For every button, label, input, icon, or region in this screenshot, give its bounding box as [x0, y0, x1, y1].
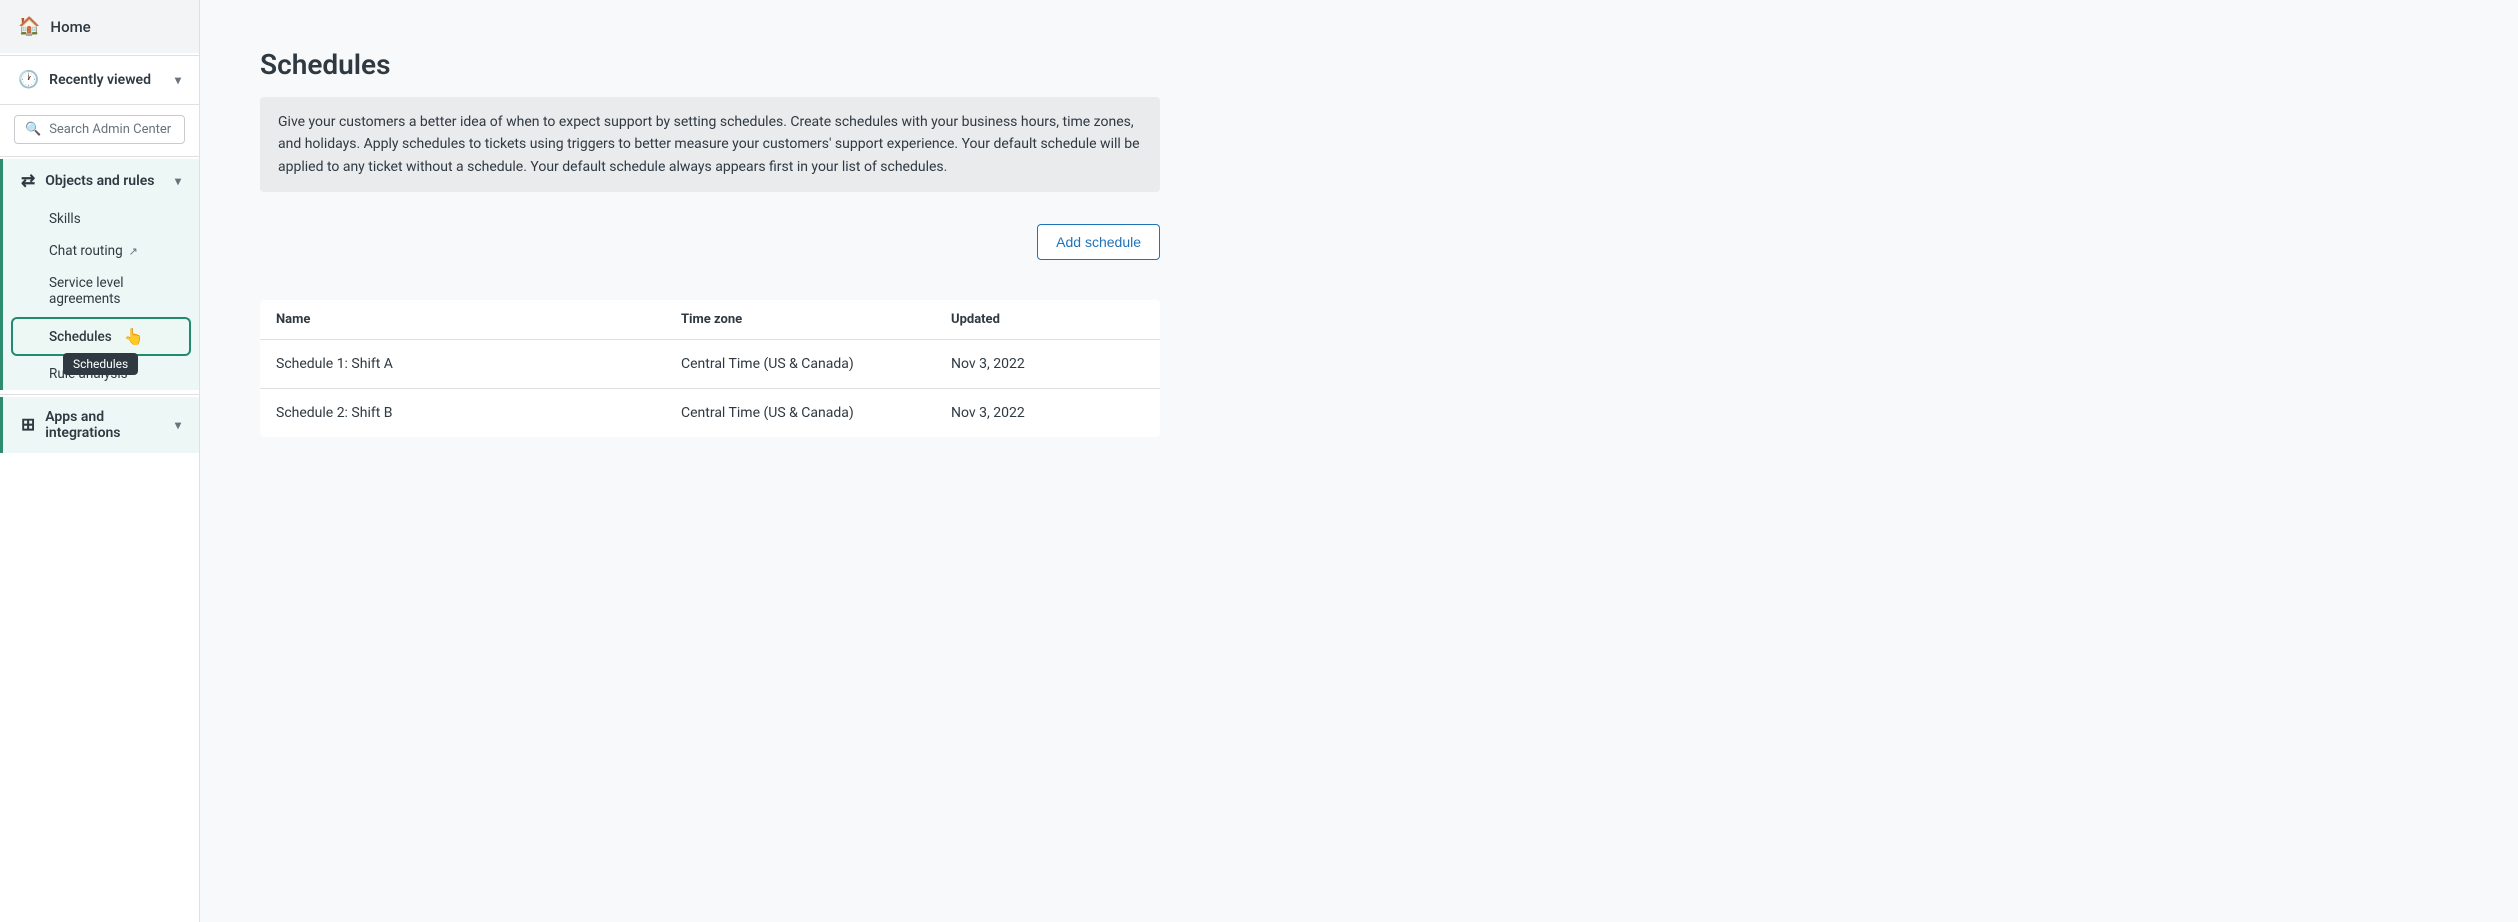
divider-2 — [0, 104, 199, 105]
sidebar-item-service-level[interactable]: Service level agreements — [3, 267, 199, 315]
sidebar: 🏠 Home 🕐 Recently viewed ▾ 🔍 Search Admi… — [0, 0, 200, 922]
sidebar-item-schedules[interactable]: Schedules 👆 — [11, 317, 191, 356]
schedule-name-1: Schedule 1: Shift A — [260, 340, 665, 389]
schedules-tooltip-wrapper: Schedules 👆 Schedules — [3, 317, 199, 356]
schedule-updated-1: Nov 3, 2022 — [935, 340, 1160, 389]
page-description: Give your customers a better idea of whe… — [260, 97, 1160, 192]
add-schedule-button[interactable]: Add schedule — [1037, 224, 1160, 260]
search-placeholder: Search Admin Center — [49, 122, 171, 137]
apps-icon: ⊞ — [21, 415, 35, 435]
table-row[interactable]: Schedule 1: Shift A Central Time (US & C… — [260, 340, 1160, 389]
main-content: Schedules Give your customers a better i… — [200, 0, 2518, 922]
recently-viewed-label: Recently viewed — [49, 72, 151, 88]
service-level-label: Service level agreements — [49, 275, 181, 307]
apps-and-integrations-chevron: ▾ — [175, 418, 181, 432]
divider-1 — [0, 55, 199, 56]
objects-and-rules-section: ⇄ Objects and rules ▾ Skills Chat routin… — [0, 159, 199, 390]
recently-viewed-section[interactable]: 🕐 Recently viewed ▾ — [0, 58, 199, 102]
sidebar-item-rule-analysis[interactable]: Rule analysis — [3, 358, 199, 390]
skills-label: Skills — [49, 211, 81, 227]
external-link-icon: ↗ — [129, 245, 138, 258]
table-header-row: Name Time zone Updated — [260, 300, 1160, 340]
sidebar-home-label: Home — [50, 18, 90, 36]
sidebar-home[interactable]: 🏠 Home — [0, 0, 199, 53]
sidebar-item-chat-routing[interactable]: Chat routing ↗ — [3, 235, 199, 267]
page-title: Schedules — [260, 48, 2458, 81]
objects-and-rules-left: ⇄ Objects and rules — [21, 171, 155, 191]
apps-and-integrations-label: Apps and integrations — [45, 409, 175, 441]
search-container: 🔍 Search Admin Center — [0, 107, 199, 154]
apps-and-integrations-left: ⊞ Apps and integrations — [21, 409, 175, 441]
col-header-updated: Updated — [935, 300, 1160, 340]
objects-icon: ⇄ — [21, 171, 35, 191]
cursor-icon: 👆 — [124, 327, 144, 346]
table-row[interactable]: Schedule 2: Shift B Central Time (US & C… — [260, 389, 1160, 438]
recently-viewed-chevron: ▾ — [175, 73, 181, 87]
schedule-timezone-1: Central Time (US & Canada) — [665, 340, 935, 389]
objects-sub-items: Skills Chat routing ↗ Service level agre… — [3, 203, 199, 390]
schedule-updated-2: Nov 3, 2022 — [935, 389, 1160, 438]
chat-routing-label: Chat routing — [49, 243, 123, 259]
objects-and-rules-chevron: ▾ — [175, 174, 181, 188]
divider-4 — [0, 394, 199, 395]
col-header-timezone: Time zone — [665, 300, 935, 340]
clock-icon: 🕐 — [18, 70, 39, 90]
objects-and-rules-header[interactable]: ⇄ Objects and rules ▾ — [3, 159, 199, 203]
schedule-timezone-2: Central Time (US & Canada) — [665, 389, 935, 438]
col-header-name: Name — [260, 300, 665, 340]
apps-and-integrations-header[interactable]: ⊞ Apps and integrations ▾ — [3, 397, 199, 453]
schedule-name-2: Schedule 2: Shift B — [260, 389, 665, 438]
objects-and-rules-label: Objects and rules — [45, 173, 154, 189]
recently-viewed-left: 🕐 Recently viewed — [18, 70, 151, 90]
home-icon: 🏠 — [18, 16, 40, 37]
search-icon: 🔍 — [25, 122, 41, 137]
schedules-table: Name Time zone Updated Schedule 1: Shift… — [260, 300, 1160, 437]
divider-3 — [0, 156, 199, 157]
rule-analysis-label: Rule analysis — [49, 366, 128, 382]
schedules-label: Schedules — [49, 329, 112, 345]
sidebar-item-skills[interactable]: Skills — [3, 203, 199, 235]
search-box[interactable]: 🔍 Search Admin Center — [14, 115, 185, 144]
apps-and-integrations-section: ⊞ Apps and integrations ▾ — [0, 397, 199, 453]
